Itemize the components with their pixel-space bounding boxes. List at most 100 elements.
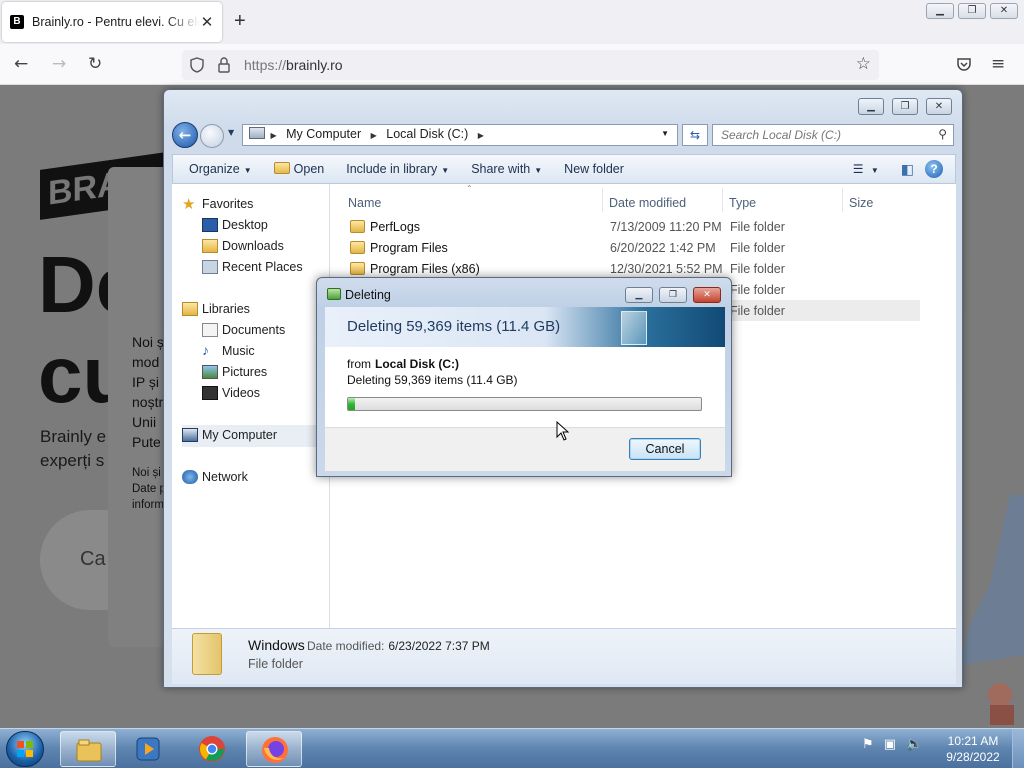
explorer-minimize-button[interactable]: ▁	[858, 98, 884, 115]
address-dropdown-icon[interactable]: ▼	[661, 129, 669, 138]
explorer-maximize-button[interactable]: ❐	[892, 98, 918, 115]
taskbar-chrome[interactable]	[184, 731, 240, 767]
view-options-icon[interactable]: ☰ ▼	[842, 162, 890, 176]
explorer-folder-icon	[76, 739, 102, 762]
dialog-footer: Cancel	[325, 427, 725, 471]
system-clock[interactable]: 10:21 AM 9/28/2022	[940, 733, 1006, 765]
sort-indicator-icon: ⌃	[466, 184, 473, 193]
details-name: Windows	[248, 637, 305, 653]
nav-music[interactable]: ♪ Music	[202, 342, 255, 358]
taskbar-firefox[interactable]	[246, 731, 302, 767]
media-player-icon	[136, 737, 160, 761]
nav-videos[interactable]: Videos	[202, 386, 260, 400]
column-separator[interactable]	[722, 188, 723, 212]
forward-button[interactable]	[200, 124, 224, 148]
share-with-button[interactable]: Share with ▼	[460, 162, 553, 176]
breadcrumb-my-computer[interactable]: My Computer	[286, 127, 361, 141]
reload-icon[interactable]: ↻	[88, 54, 102, 74]
table-row[interactable]: PerfLogs 7/13/2009 11:20 PM File folder	[330, 216, 950, 237]
browser-minimize-button[interactable]: ▁	[926, 3, 954, 19]
browser-restore-button[interactable]: ❐	[958, 3, 986, 19]
cookie-text: Noi ș mod IP și noștr Unii Pute	[132, 334, 164, 450]
tab-close-icon[interactable]: ✕	[200, 13, 214, 31]
breadcrumb-chevron-icon[interactable]: ▶	[371, 131, 377, 140]
nav-favorites[interactable]: ★ Favorites	[182, 196, 253, 213]
bookmark-star-icon[interactable]: ☆	[856, 54, 871, 74]
dialog-subtext: Deleting 59,369 items (11.4 GB)	[347, 373, 518, 387]
firefox-icon	[262, 737, 288, 763]
progress-fill	[348, 398, 356, 410]
action-center-icon[interactable]: ⚑	[862, 737, 874, 752]
cookie-small-text: Noi și Date p inform	[132, 467, 166, 511]
new-folder-button[interactable]: New folder	[553, 162, 635, 176]
preview-pane-icon[interactable]: ◧	[890, 161, 925, 178]
shield-icon[interactable]	[190, 57, 204, 73]
music-icon: ♪	[202, 342, 209, 358]
lock-icon[interactable]	[218, 57, 230, 73]
volume-icon[interactable]: 🔈	[906, 737, 922, 752]
nav-my-computer[interactable]: My Computer	[182, 428, 277, 442]
nav-network[interactable]: Network	[182, 470, 248, 484]
browser-tab-strip: B Brainly.ro - Pentru elevi. Cu elevii ✕…	[0, 0, 1024, 44]
nav-documents[interactable]: Documents	[202, 323, 285, 337]
dialog-maximize-button[interactable]: ❐	[659, 287, 687, 303]
dialog-minimize-button[interactable]: ▁	[625, 287, 653, 303]
organize-button[interactable]: Organize ▼	[173, 162, 263, 176]
column-header-name[interactable]: Name	[348, 196, 381, 210]
delete-progress-icon	[327, 288, 341, 300]
computer-icon	[249, 127, 265, 139]
show-desktop-button[interactable]	[1012, 729, 1024, 768]
deleting-dialog: Deleting ▁ ❐ ✕ Deleting 59,369 items (11…	[316, 277, 732, 477]
column-header-date[interactable]: Date modified	[609, 196, 686, 210]
desktop-icon	[202, 218, 218, 232]
breadcrumb-chevron-icon[interactable]: ▶	[478, 131, 484, 140]
details-pane: Windows Date modified: 6/23/2022 7:37 PM …	[172, 628, 956, 684]
column-header-type[interactable]: Type	[729, 196, 756, 210]
explorer-close-button[interactable]: ✕	[926, 98, 952, 115]
search-icon[interactable]: ⚲	[938, 127, 947, 141]
dialog-heading: Deleting 59,369 items (11.4 GB)	[347, 318, 561, 335]
network-status-icon[interactable]: ▣	[884, 737, 896, 752]
dialog-title: Deleting	[345, 288, 391, 302]
nav-pictures[interactable]: Pictures	[202, 365, 267, 379]
column-separator[interactable]	[842, 188, 843, 212]
refresh-button[interactable]: ⇆	[682, 124, 708, 146]
folder-icon	[350, 241, 365, 254]
cancel-button[interactable]: Cancel	[629, 438, 701, 460]
new-tab-button[interactable]: +	[234, 10, 246, 33]
nav-downloads[interactable]: Downloads	[202, 239, 284, 253]
forward-arrow-icon[interactable]: →	[52, 54, 66, 74]
nav-recent-places[interactable]: Recent Places	[202, 260, 303, 274]
breadcrumb-chevron-icon[interactable]: ▶	[270, 131, 276, 140]
back-arrow-icon[interactable]: ←	[14, 54, 28, 74]
libraries-icon	[182, 302, 198, 316]
taskbar-explorer[interactable]	[60, 731, 116, 767]
column-header-size[interactable]: Size	[849, 196, 873, 210]
browser-close-button[interactable]: ✕	[990, 3, 1018, 19]
column-separator[interactable]	[602, 188, 603, 212]
start-button[interactable]	[6, 731, 44, 767]
brainly-favicon: B	[10, 15, 24, 29]
pocket-icon[interactable]	[956, 56, 972, 72]
dialog-close-button[interactable]: ✕	[693, 287, 721, 303]
back-button[interactable]: ←	[172, 122, 198, 148]
hamburger-menu-icon[interactable]: ≡	[991, 54, 1005, 74]
table-row[interactable]: Program Files 6/20/2022 1:42 PM File folde…	[330, 237, 950, 258]
history-dropdown-icon[interactable]: ▼	[228, 128, 234, 137]
help-icon[interactable]: ?	[925, 160, 943, 178]
search-input[interactable]: Search Local Disk (C:) ⚲	[712, 124, 954, 146]
taskbar-media-player[interactable]	[120, 731, 176, 767]
url-bar[interactable]: https://brainly.ro ☆	[182, 50, 879, 80]
large-folder-icon	[192, 633, 222, 675]
videos-icon	[202, 386, 218, 400]
folder-icon	[350, 220, 365, 233]
address-bar[interactable]: ▶ My Computer ▶ Local Disk (C:) ▶ ▼	[242, 124, 678, 146]
nav-libraries[interactable]: Libraries	[182, 302, 250, 316]
table-row[interactable]: Program Files (x86) 12/30/2021 5:52 PM Fil…	[330, 258, 950, 279]
include-in-library-button[interactable]: Include in library ▼	[335, 162, 460, 176]
system-tray: ⚑ ▣ 🔈	[862, 737, 922, 752]
open-button[interactable]: Open	[263, 162, 336, 176]
nav-desktop[interactable]: Desktop	[202, 218, 268, 232]
browser-tab[interactable]: B Brainly.ro - Pentru elevi. Cu elevii ✕	[2, 2, 222, 42]
breadcrumb-local-disk[interactable]: Local Disk (C:)	[386, 127, 468, 141]
